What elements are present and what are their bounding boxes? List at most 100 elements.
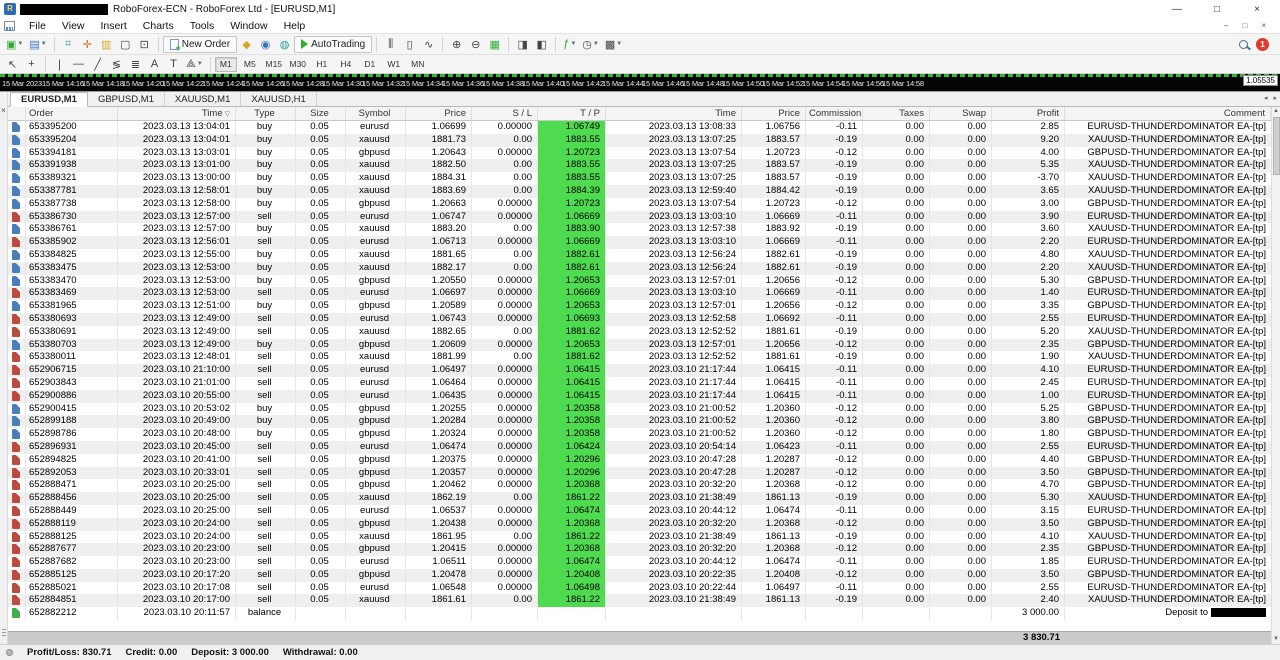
history-row[interactable]: 6529067152023.03.10 21:10:00sell0.05euru… [8,364,1271,377]
timeframe-button-m1[interactable]: M1 [215,57,237,72]
history-row[interactable]: 6528969312023.03.10 20:45:00sell0.05euru… [8,441,1271,454]
history-row[interactable]: 6533877812023.03.13 12:58:01buy0.05xauus… [8,185,1271,198]
chart-time-axis[interactable]: 15 Mar 202315 Mar 14:1615 Mar 14:1815 Ma… [0,74,1280,91]
history-row[interactable]: 6528884562023.03.10 20:25:00sell0.05xauu… [8,492,1271,505]
history-row[interactable]: 6533952002023.03.13 13:04:01buy0.05eurus… [8,121,1271,134]
header-cell-size[interactable]: Size [296,107,346,120]
tab-eurusd-m1[interactable]: EURUSD,M1 [10,92,88,107]
autotrading-button[interactable]: AutoTrading [294,36,372,53]
close-button[interactable]: × [1250,4,1264,15]
timeframe-button-d1[interactable]: D1 [359,57,381,72]
chart-shift-button[interactable]: ◧ [532,36,551,53]
trendline-tool-button[interactable]: ╱ [88,56,107,73]
header-cell-symbol[interactable]: Symbol [346,107,406,120]
history-row[interactable]: 6528987862023.03.10 20:48:00buy0.05gbpus… [8,428,1271,441]
header-cell-price[interactable]: Price [406,107,472,120]
menu-item-help[interactable]: Help [276,19,314,33]
auto-scroll-button[interactable]: ◨ [513,36,532,53]
terminal-close-button[interactable]: × [1,106,6,116]
history-row[interactable]: 6528881252023.03.10 20:24:00sell0.05xauu… [8,531,1271,544]
text-tool-button[interactable]: A [145,56,164,73]
menu-item-window[interactable]: Window [222,19,275,33]
history-row[interactable]: 6533834702023.03.13 12:53:00buy0.05gbpus… [8,275,1271,288]
history-row[interactable]: 6533893212023.03.13 13:00:00buy0.05xauus… [8,172,1271,185]
history-row[interactable]: 6528920532023.03.10 20:33:01sell0.05gbpu… [8,467,1271,480]
history-row[interactable]: 6533806932023.03.13 12:49:00sell0.05euru… [8,313,1271,326]
timeframe-button-h1[interactable]: H1 [311,57,333,72]
history-row[interactable]: 6533834692023.03.13 12:53:00sell0.05euru… [8,287,1271,300]
text-label-tool-button[interactable]: T [164,56,183,73]
history-row[interactable]: 6528848512023.03.10 20:17:00sell0.05xauu… [8,594,1271,607]
header-cell-sl[interactable]: S / L [472,107,538,120]
scroll-down-icon[interactable]: ▼ [1273,635,1279,644]
history-row[interactable]: 6528876772023.03.10 20:23:00sell0.05gbpu… [8,543,1271,556]
templates-button[interactable]: ▩▼ [602,36,625,53]
history-row[interactable]: 6528850212023.03.10 20:17:08sell0.05euru… [8,582,1271,595]
indicators-button[interactable]: ƒ▼ [560,36,579,53]
bar-chart-button[interactable]: ⫼ [381,36,400,53]
header-cell-taxes[interactable]: Taxes [863,107,930,120]
tab-xauusd-m1[interactable]: XAUUSD,M1 [165,92,241,106]
header-cell-price[interactable]: Price [742,107,806,120]
header-cell-time[interactable]: Time▽ [118,107,236,120]
cursor-tool-button[interactable]: ↖ [3,56,22,73]
zoom-in-button[interactable]: ⊕ [447,36,466,53]
history-row[interactable]: 6529004152023.03.10 20:53:02buy0.05gbpus… [8,403,1271,416]
metaeditor-button[interactable]: ◆ [237,36,256,53]
history-row[interactable]: 6533952042023.03.13 13:04:01buy0.05xauus… [8,134,1271,147]
history-row[interactable]: 6528948252023.03.10 20:41:00sell0.05gbpu… [8,454,1271,467]
header-cell-commission[interactable]: Commission [806,107,863,120]
zoom-out-button[interactable]: ⊖ [466,36,485,53]
header-cell-profit[interactable]: Profit [992,107,1065,120]
history-row[interactable]: 6533807032023.03.13 12:49:00buy0.05gbpus… [8,339,1271,352]
timeframe-button-m5[interactable]: M5 [239,57,261,72]
timeframe-button-m15[interactable]: M15 [263,57,285,72]
scroll-up-icon[interactable]: ▲ [1273,107,1279,116]
timeframe-button-w1[interactable]: W1 [383,57,405,72]
header-cell-time[interactable]: Time [606,107,742,120]
candlestick-chart-button[interactable]: ▯ [400,36,419,53]
history-row[interactable]: 6528884492023.03.10 20:25:00sell0.05euru… [8,505,1271,518]
search-icon[interactable] [1239,40,1248,49]
timeframe-button-mn[interactable]: MN [407,57,429,72]
notification-badge[interactable]: 1 [1256,38,1269,51]
timeframe-button-m30[interactable]: M30 [287,57,309,72]
history-row[interactable]: 6528884712023.03.10 20:25:00sell0.05gbpu… [8,479,1271,492]
history-row[interactable]: 6528876822023.03.10 20:23:00sell0.05euru… [8,556,1271,569]
horizontal-line-tool-button[interactable]: ― [69,56,88,73]
history-row[interactable]: 6533848252023.03.13 12:55:00buy0.05xauus… [8,249,1271,262]
line-chart-button[interactable]: ∿ [419,36,438,53]
menu-item-tools[interactable]: Tools [182,19,223,33]
tile-windows-button[interactable]: ▦ [485,36,504,53]
header-cell-tp[interactable]: T / P [538,107,606,120]
minimize-button[interactable]: — [1170,4,1184,15]
history-row[interactable]: 6533800112023.03.13 12:48:01sell0.05xauu… [8,351,1271,364]
menu-item-charts[interactable]: Charts [135,19,182,33]
maximize-button[interactable]: □ [1210,4,1224,15]
terminal-button[interactable]: ▢ [116,36,135,53]
history-row[interactable]: 6529038432023.03.10 21:01:00sell0.05euru… [8,377,1271,390]
new-order-button[interactable]: New Order [163,36,237,53]
fibonacci-tool-button[interactable]: ≶ [107,56,126,73]
history-row[interactable]: 6533867612023.03.13 12:57:00buy0.05xauus… [8,223,1271,236]
scrollbar-thumb[interactable] [1273,117,1280,175]
history-row[interactable]: 6533867302023.03.13 12:57:00sell0.05euru… [8,211,1271,224]
history-row[interactable]: 6533941812023.03.13 13:03:01buy0.05gbpus… [8,147,1271,160]
data-window-button[interactable]: ✛ [78,36,97,53]
child-close-button[interactable]: × [1261,21,1266,30]
globe-button[interactable]: ◍ [275,36,294,53]
market-watch-button[interactable]: ⌗ [59,36,78,53]
crosshair-tool-button[interactable]: + [22,56,41,73]
history-row[interactable]: 6533806912023.03.13 12:49:00sell0.05xauu… [8,326,1271,339]
channel-tool-button[interactable]: ≣ [126,56,145,73]
header-cell-comment[interactable]: Comment [1065,107,1271,120]
profiles-button[interactable]: ▤▼ [26,36,49,53]
arrows-tool-button[interactable]: ⟁▼ [183,56,206,73]
history-row[interactable]: 6533919382023.03.13 13:01:00buy0.05xauus… [8,159,1271,172]
timeframe-button-h4[interactable]: H4 [335,57,357,72]
vertical-line-tool-button[interactable]: ❘ [50,56,69,73]
history-row[interactable]: 6533819652023.03.13 12:51:00buy0.05gbpus… [8,300,1271,313]
history-row[interactable]: 6533877382023.03.13 12:58:00buy0.05gbpus… [8,198,1271,211]
header-cell-order[interactable]: Order [26,107,118,120]
history-row[interactable]: 6529008862023.03.10 20:55:00sell0.05euru… [8,390,1271,403]
